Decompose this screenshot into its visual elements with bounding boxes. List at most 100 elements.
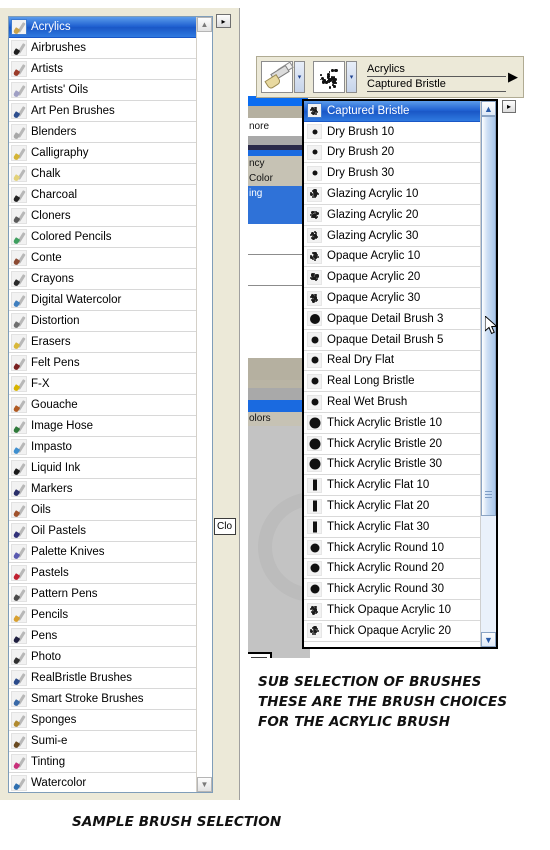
category-row[interactable]: Gouache xyxy=(9,395,197,416)
category-row[interactable]: Sumi-e xyxy=(9,731,197,752)
variant-row[interactable]: Thick Acrylic Flat 30 xyxy=(304,517,482,538)
variant-row[interactable]: Thick Acrylic Bristle 30 xyxy=(304,455,482,476)
category-row[interactable]: Chalk xyxy=(9,164,197,185)
category-row[interactable]: Pencils xyxy=(9,605,197,626)
category-row[interactable]: Pattern Pens xyxy=(9,584,197,605)
brush-variant-dropdown-arrow[interactable]: ▾ xyxy=(346,61,357,93)
variant-list-scrollbar[interactable]: ▲ ▼ xyxy=(480,101,496,647)
variant-scroll-down-button[interactable]: ▼ xyxy=(481,632,496,647)
category-row[interactable]: Image Hose xyxy=(9,416,197,437)
brush-gouache-icon xyxy=(11,397,27,413)
category-row[interactable]: Conte xyxy=(9,248,197,269)
brush-smart-stroke-icon xyxy=(11,691,27,707)
variant-row[interactable]: Glazing Acrylic 10 xyxy=(304,184,482,205)
variant-row[interactable]: Real Long Bristle xyxy=(304,371,482,393)
variant-row[interactable]: Thick Opaque Acrylic 10 xyxy=(304,600,482,621)
category-row[interactable]: Pastels xyxy=(9,563,197,584)
category-label: Image Hose xyxy=(31,420,94,432)
brush-category-list[interactable]: Acrylics Airbrushes Artists Artists' Oils Ar… xyxy=(9,17,197,792)
category-row[interactable]: F-X xyxy=(9,374,197,395)
variant-row[interactable]: Real Dry Flat xyxy=(304,351,482,372)
category-row[interactable]: Blenders xyxy=(9,122,197,143)
category-row[interactable]: RealBristle Brushes xyxy=(9,668,197,689)
variant-row[interactable]: Opaque Acrylic 20 xyxy=(304,267,482,289)
close-button-tooltip[interactable]: Clo xyxy=(214,518,236,535)
brush-category-dropdown-arrow[interactable]: ▾ xyxy=(294,61,305,93)
variant-row[interactable]: Captured Bristle xyxy=(304,101,482,122)
toolbar-more-arrow[interactable]: ▶ xyxy=(506,66,520,88)
variant-label: Dry Brush 30 xyxy=(327,167,395,180)
category-row[interactable]: Artists xyxy=(9,59,197,80)
category-row[interactable]: Art Pen Brushes xyxy=(9,101,197,122)
category-row[interactable]: Smart Stroke Brushes xyxy=(9,689,197,710)
category-label: Erasers xyxy=(31,336,71,348)
variant-row[interactable]: Thick Acrylic Round 20 xyxy=(304,559,482,580)
variant-row[interactable]: Dry Brush 30 xyxy=(304,163,482,185)
brush-dab-icon xyxy=(307,477,322,493)
category-row[interactable]: Oils xyxy=(9,500,197,521)
category-row[interactable]: Artists' Oils xyxy=(9,80,197,101)
category-row[interactable]: Oil Pastels xyxy=(9,521,197,542)
brush-artists-oils-icon xyxy=(11,82,27,98)
variant-panel-expand-button[interactable]: ▸ xyxy=(502,100,516,113)
brush-variant-list[interactable]: Captured Bristle Dry Brush 10 Dry Brush 20… xyxy=(304,101,482,647)
variant-row[interactable]: Glazing Acrylic 20 xyxy=(304,205,482,226)
variant-row[interactable]: Thick Acrylic Round 10 xyxy=(304,538,482,559)
category-row[interactable]: Acrylics xyxy=(9,17,197,38)
scrollbar-track[interactable] xyxy=(197,32,212,777)
category-row[interactable]: Calligraphy xyxy=(9,143,197,164)
category-row[interactable]: Watercolor xyxy=(9,773,197,792)
scroll-down-button[interactable]: ▼ xyxy=(197,777,212,792)
variant-row[interactable]: Opaque Detail Brush 3 xyxy=(304,309,482,330)
variant-label: Real Wet Brush xyxy=(327,396,408,409)
color-swatch[interactable] xyxy=(248,652,272,658)
category-row[interactable]: Cloners xyxy=(9,206,197,227)
category-row[interactable]: Palette Knives xyxy=(9,542,197,563)
category-row[interactable]: Erasers xyxy=(9,332,197,353)
brush-realbristle-icon xyxy=(11,670,27,686)
variant-row[interactable]: Thick Opaque Acrylic 20 xyxy=(304,621,482,642)
scroll-up-button[interactable]: ▲ xyxy=(197,17,212,32)
category-row[interactable]: Photo xyxy=(9,647,197,668)
variant-row[interactable]: Opaque Detail Brush 5 xyxy=(304,330,482,351)
category-row[interactable]: Digital Watercolor xyxy=(9,290,197,311)
category-row[interactable]: Colored Pencils xyxy=(9,227,197,248)
variant-row[interactable]: Real Wet Brush xyxy=(304,392,482,413)
category-label: Pattern Pens xyxy=(31,588,98,600)
category-row[interactable]: Liquid Ink xyxy=(9,458,197,479)
category-row[interactable]: Charcoal xyxy=(9,185,197,206)
category-label: Liquid Ink xyxy=(31,462,81,474)
brush-dab-icon xyxy=(307,332,322,348)
color-wheel-area[interactable] xyxy=(248,426,310,658)
variant-scrollbar-grip xyxy=(485,491,492,498)
variant-row[interactable]: Dry Brush 10 xyxy=(304,122,482,143)
category-row[interactable]: Markers xyxy=(9,479,197,500)
brush-dab-icon xyxy=(307,373,322,389)
category-row[interactable]: Pens xyxy=(9,626,197,647)
category-row[interactable]: Felt Pens xyxy=(9,353,197,374)
variant-scroll-up-button[interactable]: ▲ xyxy=(481,101,496,116)
category-row[interactable]: Crayons xyxy=(9,269,197,290)
brush-dab-pattern-icon[interactable] xyxy=(313,61,345,93)
paintbrush-icon[interactable] xyxy=(261,61,294,93)
variant-row[interactable]: Thick Acrylic Bristle 10 xyxy=(304,413,482,434)
category-row[interactable]: Tinting xyxy=(9,752,197,773)
category-list-scrollbar[interactable]: ▲ ▼ xyxy=(196,17,212,792)
variant-row[interactable]: Thick Acrylic Flat 20 xyxy=(304,496,482,517)
variant-row[interactable]: Opaque Acrylic 10 xyxy=(304,247,482,268)
variant-row[interactable]: Opaque Acrylic 30 xyxy=(304,288,482,309)
variant-row[interactable]: Dry Brush 20 xyxy=(304,143,482,164)
category-row[interactable]: Airbrushes xyxy=(9,38,197,59)
category-row[interactable]: Distortion xyxy=(9,311,197,332)
variant-row[interactable]: Thick Acrylic Round 30 xyxy=(304,579,482,601)
category-row[interactable]: Sponges xyxy=(9,710,197,731)
bg-text-fragment-4: ing xyxy=(248,186,308,224)
panel-expand-button[interactable]: ▸ xyxy=(216,14,231,28)
variant-row[interactable]: Thick Acrylic Bristle 20 xyxy=(304,434,482,455)
variant-row[interactable]: Glazing Acrylic 30 xyxy=(304,226,482,247)
category-label: Pens xyxy=(31,630,58,642)
brush-variant-dropdown[interactable]: Captured Bristle Dry Brush 10 Dry Brush 20… xyxy=(302,99,498,649)
category-row[interactable]: Impasto xyxy=(9,437,197,458)
brush-dab-icon xyxy=(307,290,322,306)
variant-row[interactable]: Thick Acrylic Flat 10 xyxy=(304,475,482,497)
